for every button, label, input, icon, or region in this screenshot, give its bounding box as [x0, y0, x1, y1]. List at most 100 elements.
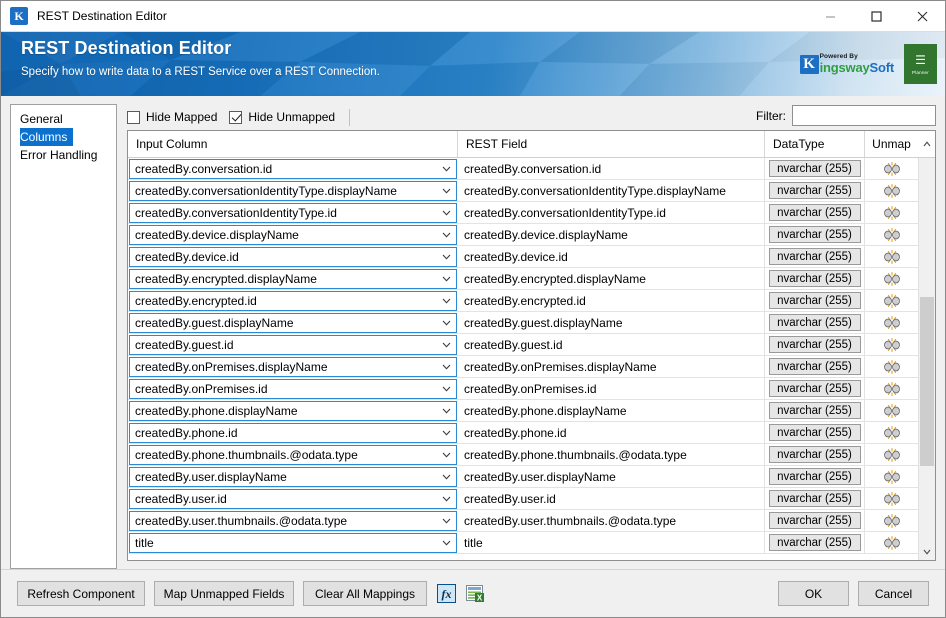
chevron-down-icon[interactable]: [442, 468, 451, 486]
datatype-value[interactable]: nvarchar (255): [769, 270, 861, 287]
chevron-down-icon[interactable]: [442, 490, 451, 508]
cell-unmap[interactable]: [865, 290, 918, 311]
unmap-icon[interactable]: [883, 228, 901, 242]
unmap-icon[interactable]: [883, 316, 901, 330]
cancel-button[interactable]: Cancel: [858, 581, 929, 606]
unmap-icon[interactable]: [883, 492, 901, 506]
chevron-down-icon[interactable]: [442, 226, 451, 244]
map-unmapped-fields-button[interactable]: Map Unmapped Fields: [154, 581, 294, 606]
chevron-down-icon[interactable]: [442, 270, 451, 288]
datatype-value[interactable]: nvarchar (255): [769, 468, 861, 485]
chevron-down-icon[interactable]: [442, 380, 451, 398]
table-row[interactable]: createdBy.onPremises.displayNamecreatedB…: [128, 356, 918, 378]
table-row[interactable]: createdBy.user.displayNamecreatedBy.user…: [128, 466, 918, 488]
datatype-value[interactable]: nvarchar (255): [769, 446, 861, 463]
input-column-combobox[interactable]: createdBy.conversationIdentityType.id: [129, 203, 457, 223]
cell-unmap[interactable]: [865, 466, 918, 487]
datatype-value[interactable]: nvarchar (255): [769, 204, 861, 221]
input-column-combobox[interactable]: createdBy.encrypted.displayName: [129, 269, 457, 289]
sidebar-item-columns[interactable]: Columns: [11, 128, 116, 146]
filter-input[interactable]: [792, 105, 936, 126]
input-column-combobox[interactable]: createdBy.phone.thumbnails.@odata.type: [129, 445, 457, 465]
datatype-value[interactable]: nvarchar (255): [769, 292, 861, 309]
table-row[interactable]: createdBy.guest.displayNamecreatedBy.gue…: [128, 312, 918, 334]
datatype-value[interactable]: nvarchar (255): [769, 358, 861, 375]
input-column-combobox[interactable]: createdBy.user.thumbnails.@odata.type: [129, 511, 457, 531]
cell-unmap[interactable]: [865, 180, 918, 201]
chevron-down-icon[interactable]: [442, 534, 451, 552]
maximize-icon[interactable]: [853, 1, 899, 32]
close-icon[interactable]: [899, 1, 945, 32]
cell-unmap[interactable]: [865, 356, 918, 377]
table-row[interactable]: createdBy.device.displayNamecreatedBy.de…: [128, 224, 918, 246]
cell-unmap[interactable]: [865, 246, 918, 267]
datatype-value[interactable]: nvarchar (255): [769, 512, 861, 529]
column-header-rest-field[interactable]: REST Field: [458, 131, 765, 157]
unmap-icon[interactable]: [883, 294, 901, 308]
cell-unmap[interactable]: [865, 400, 918, 421]
input-column-combobox[interactable]: createdBy.onPremises.displayName: [129, 357, 457, 377]
cell-unmap[interactable]: [865, 510, 918, 531]
cell-unmap[interactable]: [865, 488, 918, 509]
hide-unmapped-checkbox[interactable]: Hide Unmapped: [229, 110, 335, 124]
unmap-icon[interactable]: [883, 162, 901, 176]
table-row[interactable]: createdBy.conversationIdentityType.idcre…: [128, 202, 918, 224]
datatype-value[interactable]: nvarchar (255): [769, 380, 861, 397]
datatype-value[interactable]: nvarchar (255): [769, 336, 861, 353]
table-row[interactable]: createdBy.device.idcreatedBy.device.idnv…: [128, 246, 918, 268]
scroll-up-button[interactable]: [918, 131, 935, 157]
datatype-value[interactable]: nvarchar (255): [769, 534, 861, 551]
chevron-down-icon[interactable]: [442, 512, 451, 530]
datatype-value[interactable]: nvarchar (255): [769, 160, 861, 177]
unmap-icon[interactable]: [883, 514, 901, 528]
column-header-input-column[interactable]: Input Column: [128, 131, 458, 157]
chevron-down-icon[interactable]: [442, 160, 451, 178]
unmap-icon[interactable]: [883, 448, 901, 462]
unmap-icon[interactable]: [883, 338, 901, 352]
unmap-icon[interactable]: [883, 250, 901, 264]
chevron-down-icon[interactable]: [442, 336, 451, 354]
cell-unmap[interactable]: [865, 532, 918, 553]
table-row[interactable]: createdBy.user.thumbnails.@odata.typecre…: [128, 510, 918, 532]
hide-unmapped-checkbox-box[interactable]: [229, 111, 242, 124]
cell-unmap[interactable]: [865, 202, 918, 223]
datatype-value[interactable]: nvarchar (255): [769, 490, 861, 507]
cell-unmap[interactable]: [865, 422, 918, 443]
datatype-value[interactable]: nvarchar (255): [769, 182, 861, 199]
unmap-icon[interactable]: [883, 382, 901, 396]
chevron-down-icon[interactable]: [442, 446, 451, 464]
input-column-combobox[interactable]: title: [129, 533, 457, 553]
input-column-combobox[interactable]: createdBy.phone.id: [129, 423, 457, 443]
chevron-down-icon[interactable]: [442, 402, 451, 420]
input-column-combobox[interactable]: createdBy.user.displayName: [129, 467, 457, 487]
hide-mapped-checkbox-box[interactable]: [127, 111, 140, 124]
scrollbar-thumb[interactable]: [920, 297, 934, 466]
unmap-icon[interactable]: [883, 272, 901, 286]
datatype-value[interactable]: nvarchar (255): [769, 248, 861, 265]
table-row[interactable]: createdBy.encrypted.idcreatedBy.encrypte…: [128, 290, 918, 312]
input-column-combobox[interactable]: createdBy.phone.displayName: [129, 401, 457, 421]
scrollbar-track[interactable]: [919, 158, 935, 543]
input-column-combobox[interactable]: createdBy.guest.id: [129, 335, 457, 355]
table-row[interactable]: createdBy.onPremises.idcreatedBy.onPremi…: [128, 378, 918, 400]
column-header-datatype[interactable]: DataType: [765, 131, 865, 157]
column-header-unmap[interactable]: Unmap: [865, 131, 918, 157]
chevron-down-icon[interactable]: [442, 358, 451, 376]
cell-unmap[interactable]: [865, 268, 918, 289]
unmap-icon[interactable]: [883, 426, 901, 440]
cell-unmap[interactable]: [865, 378, 918, 399]
ok-button[interactable]: OK: [778, 581, 849, 606]
chevron-down-icon[interactable]: [442, 424, 451, 442]
table-row[interactable]: createdBy.guest.idcreatedBy.guest.idnvar…: [128, 334, 918, 356]
export-spreadsheet-icon[interactable]: X: [465, 584, 485, 604]
datatype-value[interactable]: nvarchar (255): [769, 424, 861, 441]
unmap-icon[interactable]: [883, 184, 901, 198]
chevron-down-icon[interactable]: [442, 182, 451, 200]
chevron-down-icon[interactable]: [442, 292, 451, 310]
input-column-combobox[interactable]: createdBy.device.displayName: [129, 225, 457, 245]
chevron-down-icon[interactable]: [442, 204, 451, 222]
chevron-down-icon[interactable]: [442, 248, 451, 266]
refresh-component-button[interactable]: Refresh Component: [17, 581, 145, 606]
scroll-down-button[interactable]: [919, 543, 935, 560]
unmap-icon[interactable]: [883, 360, 901, 374]
